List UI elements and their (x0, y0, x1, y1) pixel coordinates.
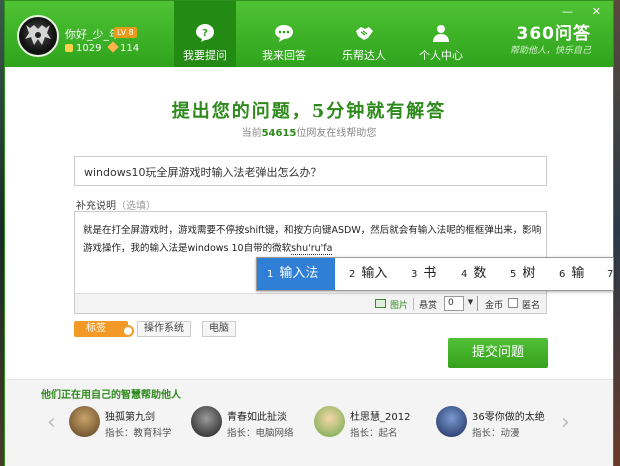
helper-name: 独孤第九剑 (105, 412, 155, 423)
ime-candidate-bar: 1 输入法 2 输入 3书 4数 5树 6输 7 (256, 257, 614, 291)
candidate-text: 数 (473, 266, 487, 281)
divider (413, 298, 414, 310)
avatar (69, 406, 100, 437)
ime-candidate[interactable]: 5树 (500, 258, 535, 290)
helper-role: 指长：电脑网络 (227, 428, 294, 439)
gem-count: 114 (107, 41, 140, 54)
helper-card[interactable]: 独孤第九剑 指长：教育科学 (69, 404, 194, 440)
insert-image-button[interactable]: 图片 (390, 298, 408, 311)
candidate-number: 1 (267, 269, 274, 280)
avatar (314, 406, 345, 437)
submit-button[interactable]: 提交问题 (448, 338, 548, 368)
helpers-title: 他们正在用自己的智慧帮助他人 (41, 390, 181, 401)
close-button[interactable]: ✕ (592, 5, 601, 18)
tags-button[interactable]: 标签 (74, 321, 134, 337)
chevron-left-icon[interactable]: ‹ (47, 410, 56, 435)
helper-role: 指长：动漫 (472, 428, 520, 439)
ime-candidate[interactable]: 2 输入 (339, 258, 387, 290)
desktop-background-right (614, 0, 620, 466)
nav-label: 我要提问 (183, 49, 227, 62)
ime-candidate[interactable]: 6输 (549, 258, 584, 290)
description-toolbar: 图片 悬赏 0 ▼ 金币 匿名 (75, 293, 546, 313)
level-badge: LV 8 (114, 27, 137, 38)
description-text: 就是在打全屏游戏时，游戏需要不停按shift键，和按方向键ASDW，然后就会有输… (83, 222, 543, 258)
helper-card[interactable]: 杜思慧_2012 指长：起名 (314, 404, 439, 440)
ime-candidate[interactable]: 4数 (451, 258, 486, 290)
helper-role: 指长：教育科学 (105, 428, 172, 439)
anonymous-label: 匿名 (522, 301, 541, 311)
reward-label: 悬赏 (419, 301, 438, 311)
nav-answer[interactable]: 我来回答 (253, 1, 315, 67)
online-suffix: 位网友在线帮助您 (296, 128, 377, 139)
ime-candidate[interactable]: 3书 (401, 258, 436, 290)
page-headline: 提出您的问题，5分钟就有解答 (171, 101, 447, 122)
app-window: 你好_少_年 LV 8 1029 114 ? 我要提问 我来回答 乐帮达人 个人… (4, 0, 614, 466)
candidate-text: 书 (423, 266, 437, 281)
coin-count: 1029 (65, 43, 101, 54)
candidate-number: 3 (411, 269, 418, 280)
candidate-text: 输入法 (279, 266, 319, 281)
candidate-number: 6 (559, 269, 566, 280)
nav-label: 乐帮达人 (342, 49, 386, 62)
ime-candidate[interactable]: 1 输入法 (257, 258, 335, 290)
username[interactable]: 你好_少_年 (65, 26, 120, 42)
candidate-number: 7 (607, 269, 614, 280)
avatar (191, 406, 222, 437)
helper-name: 青春如此扯淡 (227, 412, 287, 423)
anonymous-checkbox[interactable] (508, 298, 518, 308)
online-number: 54615 (261, 128, 297, 139)
tag-item[interactable]: 操作系统 (137, 321, 191, 337)
candidate-number: 4 (461, 269, 468, 280)
chevron-right-icon[interactable]: › (561, 410, 570, 435)
candidate-number: 5 (510, 269, 517, 280)
candidate-number: 2 (349, 269, 356, 280)
header-bar: 你好_少_年 LV 8 1029 114 ? 我要提问 我来回答 乐帮达人 个人… (5, 1, 613, 67)
helper-name: 36零你做的太绝 (472, 412, 545, 423)
nav-label: 我来回答 (262, 49, 306, 62)
helper-name: 杜思慧_2012 (350, 412, 411, 423)
avatar (436, 406, 467, 437)
candidate-text: 树 (522, 266, 536, 281)
user-avatar[interactable] (17, 15, 59, 57)
ime-candidate[interactable]: 7 (597, 258, 619, 290)
image-icon[interactable] (375, 299, 386, 308)
candidate-text: 输 (571, 266, 585, 281)
chevron-down-icon[interactable]: ▼ (463, 296, 477, 311)
svg-text:?: ? (202, 28, 208, 39)
gem-value: 114 (120, 43, 140, 54)
coin-label: 金币 (485, 301, 504, 311)
candidate-text: 输入 (361, 266, 388, 281)
brand-slogan: 帮助他人，快乐自己 (509, 46, 591, 56)
helper-role: 指长：起名 (350, 428, 398, 439)
question-bubble-icon: ? (196, 24, 214, 42)
tag-item[interactable]: 电脑 (202, 321, 236, 337)
helper-card[interactable]: 青春如此扯淡 指长：电脑网络 (191, 404, 316, 440)
description-label: 补充说明（选填） (76, 197, 156, 212)
person-icon (433, 25, 449, 42)
gem-icon (107, 41, 119, 53)
nav-label: 个人中心 (419, 49, 463, 62)
question-input[interactable]: windows10玩全屏游戏时输入法老弹出怎么办？ (74, 156, 547, 186)
coin-icon (65, 44, 73, 52)
online-prefix: 当前 (241, 128, 262, 139)
brand-logo: 360问答 (516, 24, 591, 44)
ime-composition: shu'ru'fa (291, 243, 333, 255)
online-count: 当前54615位网友在线帮助您 (5, 124, 613, 139)
handshake-icon (356, 27, 373, 40)
nav-ask-question[interactable]: ? 我要提问 (174, 1, 236, 67)
helper-card[interactable]: 36零你做的太绝 指长：动漫 (436, 404, 561, 440)
nav-profile[interactable]: 个人中心 (410, 1, 472, 67)
spider-avatar-icon (25, 25, 51, 45)
chat-bubble-icon (275, 25, 293, 42)
helpers-panel: 他们正在用自己的智慧帮助他人 ‹ › 独孤第九剑 指长：教育科学 青春如此扯淡 … (5, 379, 613, 466)
minimize-button[interactable]: — (562, 5, 573, 18)
nav-helpers[interactable]: 乐帮达人 (333, 1, 395, 67)
coin-value: 1029 (76, 43, 102, 54)
